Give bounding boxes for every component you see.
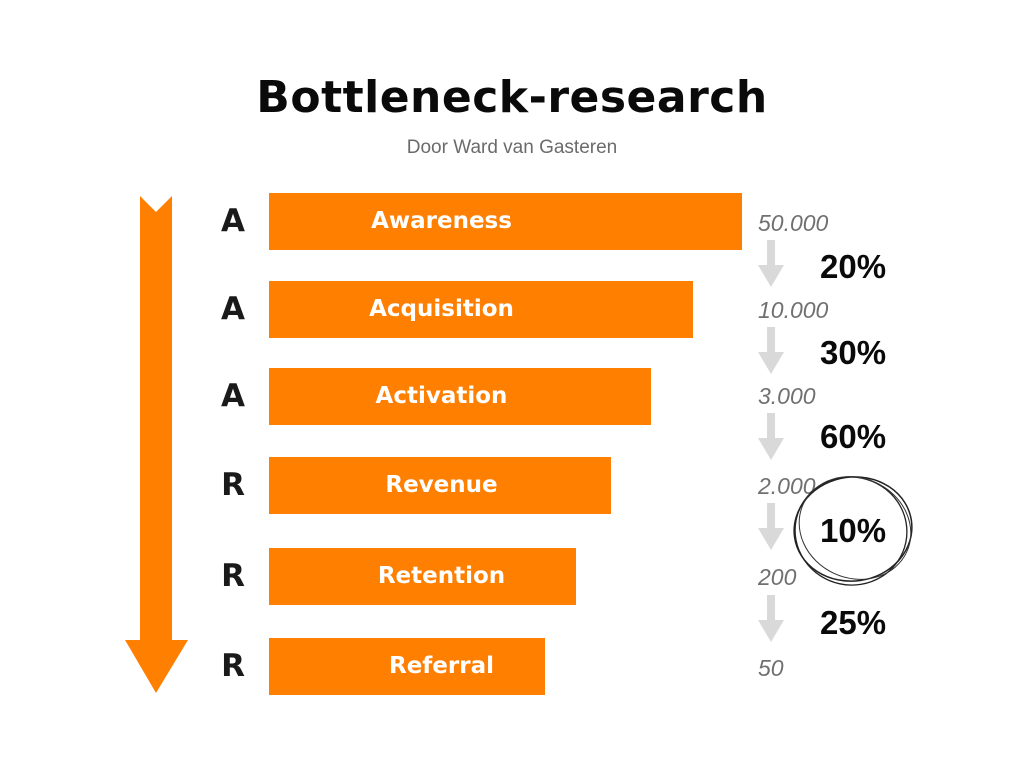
conversion-rate-highlighted: 10% xyxy=(820,512,887,549)
stage-count: 10.000 xyxy=(758,297,829,323)
step-down-arrow-icon xyxy=(758,595,784,642)
stage-letter: A xyxy=(221,203,245,239)
stage-letter: R xyxy=(221,558,245,594)
bottleneck-diagram: Bottleneck-research Door Ward van Gaster… xyxy=(0,0,1024,768)
conversion-rate: 60% xyxy=(820,418,887,455)
page-title: Bottleneck-research xyxy=(256,72,768,123)
down-arrow-icon xyxy=(125,196,188,693)
stage-letter: A xyxy=(221,291,245,327)
stage-count: 3.000 xyxy=(758,383,816,409)
stage-label: Referral xyxy=(388,653,494,679)
stage-count: 200 xyxy=(758,564,797,590)
step-down-arrow-icon xyxy=(758,327,784,374)
conversion-rate: 25% xyxy=(820,604,887,641)
stage-count: 50 xyxy=(758,655,784,681)
stage-label: Awareness xyxy=(371,208,512,234)
step-down-arrow-icon xyxy=(758,503,784,550)
conversion-rate: 30% xyxy=(820,334,887,371)
stage-count: 2.000 xyxy=(758,473,816,499)
conversion-rate: 20% xyxy=(820,248,887,285)
stage-label: Acquisition xyxy=(369,296,514,322)
stage-letter: R xyxy=(221,467,245,503)
page-subtitle: Door Ward van Gasteren xyxy=(406,137,618,158)
stage-label: Retention xyxy=(377,563,506,589)
stage-letter: A xyxy=(221,378,245,414)
step-down-arrow-icon xyxy=(758,240,784,287)
stage-label: Activation xyxy=(375,383,508,409)
stage-label: Revenue xyxy=(385,472,498,498)
stage-count: 50.000 xyxy=(758,210,829,236)
stage-letter: R xyxy=(221,648,245,684)
step-down-arrow-icon xyxy=(758,413,784,460)
